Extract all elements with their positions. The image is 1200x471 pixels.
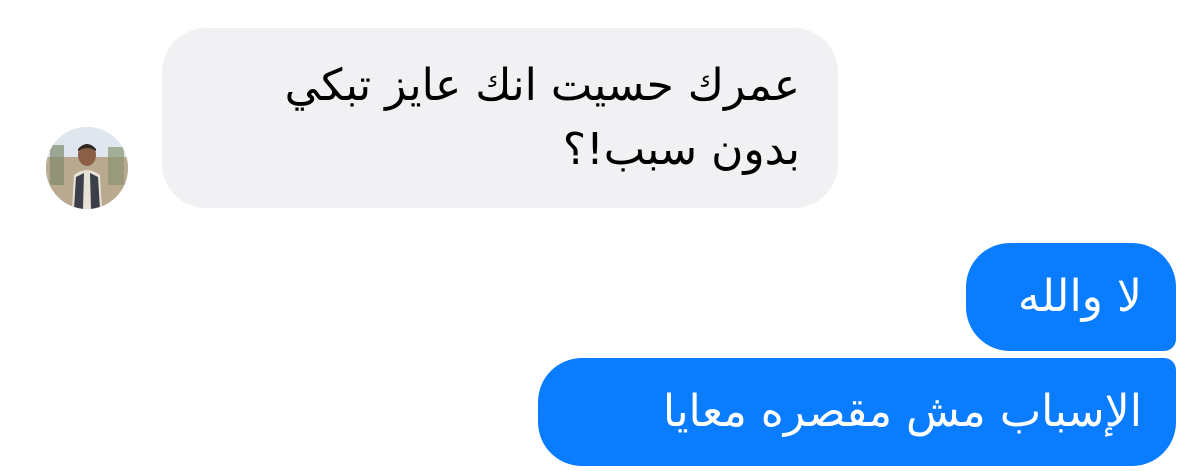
message-text: الإسباب مش مقصره معايا <box>662 386 1142 437</box>
message-text-line: بدون سبب!؟ <box>562 124 800 175</box>
outgoing-message-bubble[interactable]: الإسباب مش مقصره معايا <box>538 358 1176 466</box>
chat-thread: عمرك حسيت انك عايز تبكي بدون سبب!؟ لا وا… <box>0 0 1200 471</box>
message-text: لا والله <box>1017 271 1142 322</box>
incoming-message-bubble[interactable]: عمرك حسيت انك عايز تبكي بدون سبب!؟ <box>162 28 838 208</box>
sender-avatar[interactable] <box>46 127 128 209</box>
message-text-line: عمرك حسيت انك عايز تبكي <box>284 60 800 111</box>
outgoing-message-bubble[interactable]: لا والله <box>966 243 1176 351</box>
avatar-photo-icon <box>46 127 128 209</box>
